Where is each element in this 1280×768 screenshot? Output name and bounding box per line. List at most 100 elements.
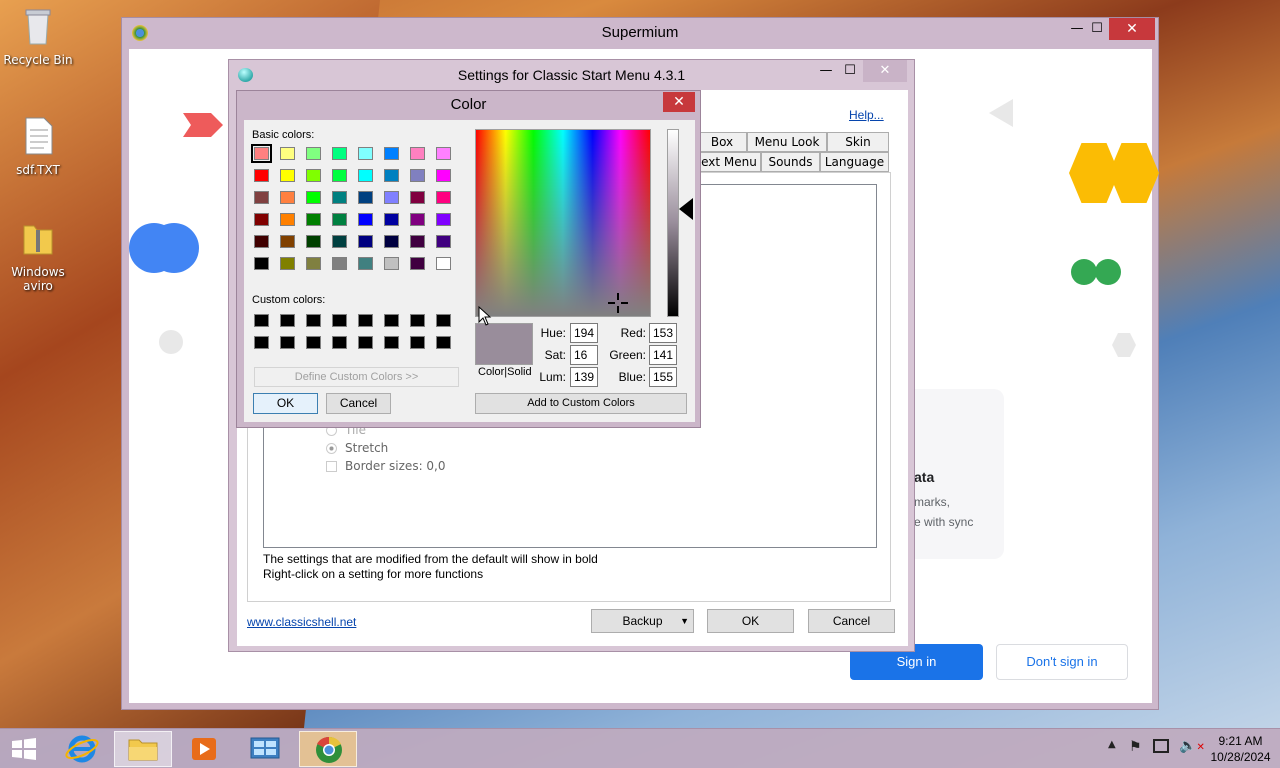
basic-color-swatch[interactable] xyxy=(358,147,373,160)
basic-color-swatch[interactable] xyxy=(358,213,373,226)
ok-button[interactable]: OK xyxy=(707,609,794,633)
help-link[interactable]: Help... xyxy=(849,108,884,122)
cancel-button[interactable]: Cancel xyxy=(808,609,895,633)
add-to-custom-colors-button[interactable]: Add to Custom Colors xyxy=(475,393,687,414)
basic-color-swatch[interactable] xyxy=(332,257,347,270)
basic-color-swatch[interactable] xyxy=(332,169,347,182)
basic-color-swatch[interactable] xyxy=(410,213,425,226)
color-spectrum[interactable] xyxy=(475,129,651,317)
basic-color-swatch[interactable] xyxy=(358,257,373,270)
basic-color-swatch[interactable] xyxy=(410,169,425,182)
basic-color-swatch[interactable] xyxy=(280,257,295,270)
basic-color-swatch[interactable] xyxy=(410,235,425,248)
custom-color-swatch[interactable] xyxy=(280,314,295,327)
backup-button[interactable]: Backup ▼ xyxy=(591,609,694,633)
option-stretch[interactable]: Stretch xyxy=(326,441,388,455)
show-hidden-icons-icon[interactable]: ▲ xyxy=(1108,739,1116,750)
basic-color-swatch[interactable] xyxy=(254,169,269,182)
basic-color-swatch[interactable] xyxy=(251,144,272,163)
luminance-slider[interactable] xyxy=(667,129,679,317)
basic-color-swatch[interactable] xyxy=(306,147,321,160)
custom-color-swatch[interactable] xyxy=(306,314,321,327)
basic-color-swatch[interactable] xyxy=(254,235,269,248)
red-field[interactable]: 153 xyxy=(649,323,677,343)
basic-color-swatch[interactable] xyxy=(280,147,295,160)
custom-color-swatch[interactable] xyxy=(358,314,373,327)
basic-color-swatch[interactable] xyxy=(436,191,451,204)
luminance-arrow-icon[interactable] xyxy=(679,198,693,220)
maximize-button[interactable]: ☐ xyxy=(835,60,865,82)
custom-color-swatch[interactable] xyxy=(410,336,425,349)
basic-color-swatch[interactable] xyxy=(384,235,399,248)
cancel-button[interactable]: Cancel xyxy=(326,393,391,414)
custom-color-swatch[interactable] xyxy=(280,336,295,349)
basic-color-swatch[interactable] xyxy=(306,235,321,248)
taskbar-media-player[interactable] xyxy=(175,731,233,767)
option-border-sizes[interactable]: Border sizes: 0,0 xyxy=(326,459,446,473)
basic-color-swatch[interactable] xyxy=(384,147,399,160)
close-button[interactable]: ✕ xyxy=(863,60,907,82)
custom-color-swatch[interactable] xyxy=(254,314,269,327)
taskbar-file-explorer[interactable] xyxy=(114,731,172,767)
sat-field[interactable]: 16 xyxy=(570,345,598,365)
basic-color-swatch[interactable] xyxy=(358,191,373,204)
taskbar-supermium[interactable] xyxy=(299,731,357,767)
basic-color-swatch[interactable] xyxy=(254,191,269,204)
basic-color-swatch[interactable] xyxy=(436,257,451,270)
custom-color-swatch[interactable] xyxy=(306,336,321,349)
tab-sounds[interactable]: Sounds xyxy=(761,152,820,172)
basic-color-swatch[interactable] xyxy=(436,213,451,226)
basic-color-swatch[interactable] xyxy=(410,191,425,204)
basic-color-swatch[interactable] xyxy=(280,169,295,182)
basic-color-swatch[interactable] xyxy=(410,147,425,160)
basic-color-swatch[interactable] xyxy=(384,191,399,204)
close-button[interactable]: ✕ xyxy=(1109,18,1155,40)
desktop-icon-windows-aviro[interactable]: Windows aviro xyxy=(0,218,76,293)
basic-color-swatch[interactable] xyxy=(332,191,347,204)
custom-color-swatch[interactable] xyxy=(332,336,347,349)
basic-color-swatch[interactable] xyxy=(254,213,269,226)
blue-field[interactable]: 155 xyxy=(649,367,677,387)
custom-color-swatch[interactable] xyxy=(410,314,425,327)
ok-button[interactable]: OK xyxy=(253,393,318,414)
custom-color-swatch[interactable] xyxy=(384,314,399,327)
basic-color-swatch[interactable] xyxy=(358,235,373,248)
custom-color-swatch[interactable] xyxy=(332,314,347,327)
tab-menu-look[interactable]: Menu Look xyxy=(747,132,827,152)
clock-date[interactable]: 10/28/2024 xyxy=(1203,750,1278,764)
custom-color-swatch[interactable] xyxy=(254,336,269,349)
basic-color-swatch[interactable] xyxy=(384,213,399,226)
tab-context-menu[interactable]: ext Menu xyxy=(697,152,761,172)
custom-color-swatch[interactable] xyxy=(436,314,451,327)
basic-color-swatch[interactable] xyxy=(410,257,425,270)
clock-time[interactable]: 9:21 AM xyxy=(1203,734,1278,748)
basic-color-swatch[interactable] xyxy=(280,191,295,204)
basic-color-swatch[interactable] xyxy=(280,213,295,226)
taskbar-internet-explorer[interactable] xyxy=(53,731,111,767)
network-icon[interactable] xyxy=(1153,739,1169,753)
basic-color-swatch[interactable] xyxy=(384,257,399,270)
website-link[interactable]: www.classicshell.net xyxy=(247,615,356,629)
basic-color-swatch[interactable] xyxy=(280,235,295,248)
volume-muted-icon[interactable]: 🔈✕ xyxy=(1179,738,1205,754)
close-button[interactable]: ✕ xyxy=(663,92,695,112)
tab-language[interactable]: Language xyxy=(820,152,889,172)
basic-color-swatch[interactable] xyxy=(332,235,347,248)
tab-skin[interactable]: Skin xyxy=(827,132,889,152)
desktop-icon-sdf-txt[interactable]: sdf.TXT xyxy=(0,116,76,177)
custom-color-swatch[interactable] xyxy=(436,336,451,349)
basic-color-swatch[interactable] xyxy=(254,257,269,270)
custom-color-swatch[interactable] xyxy=(384,336,399,349)
basic-color-swatch[interactable] xyxy=(306,191,321,204)
basic-color-swatch[interactable] xyxy=(384,169,399,182)
basic-color-swatch[interactable] xyxy=(306,257,321,270)
basic-color-swatch[interactable] xyxy=(332,147,347,160)
basic-color-swatch[interactable] xyxy=(436,147,451,160)
hue-field[interactable]: 194 xyxy=(570,323,598,343)
start-button[interactable] xyxy=(0,731,48,767)
taskbar-control-panel[interactable] xyxy=(236,731,294,767)
basic-color-swatch[interactable] xyxy=(436,235,451,248)
basic-color-swatch[interactable] xyxy=(332,213,347,226)
basic-color-swatch[interactable] xyxy=(436,169,451,182)
green-field[interactable]: 141 xyxy=(649,345,677,365)
